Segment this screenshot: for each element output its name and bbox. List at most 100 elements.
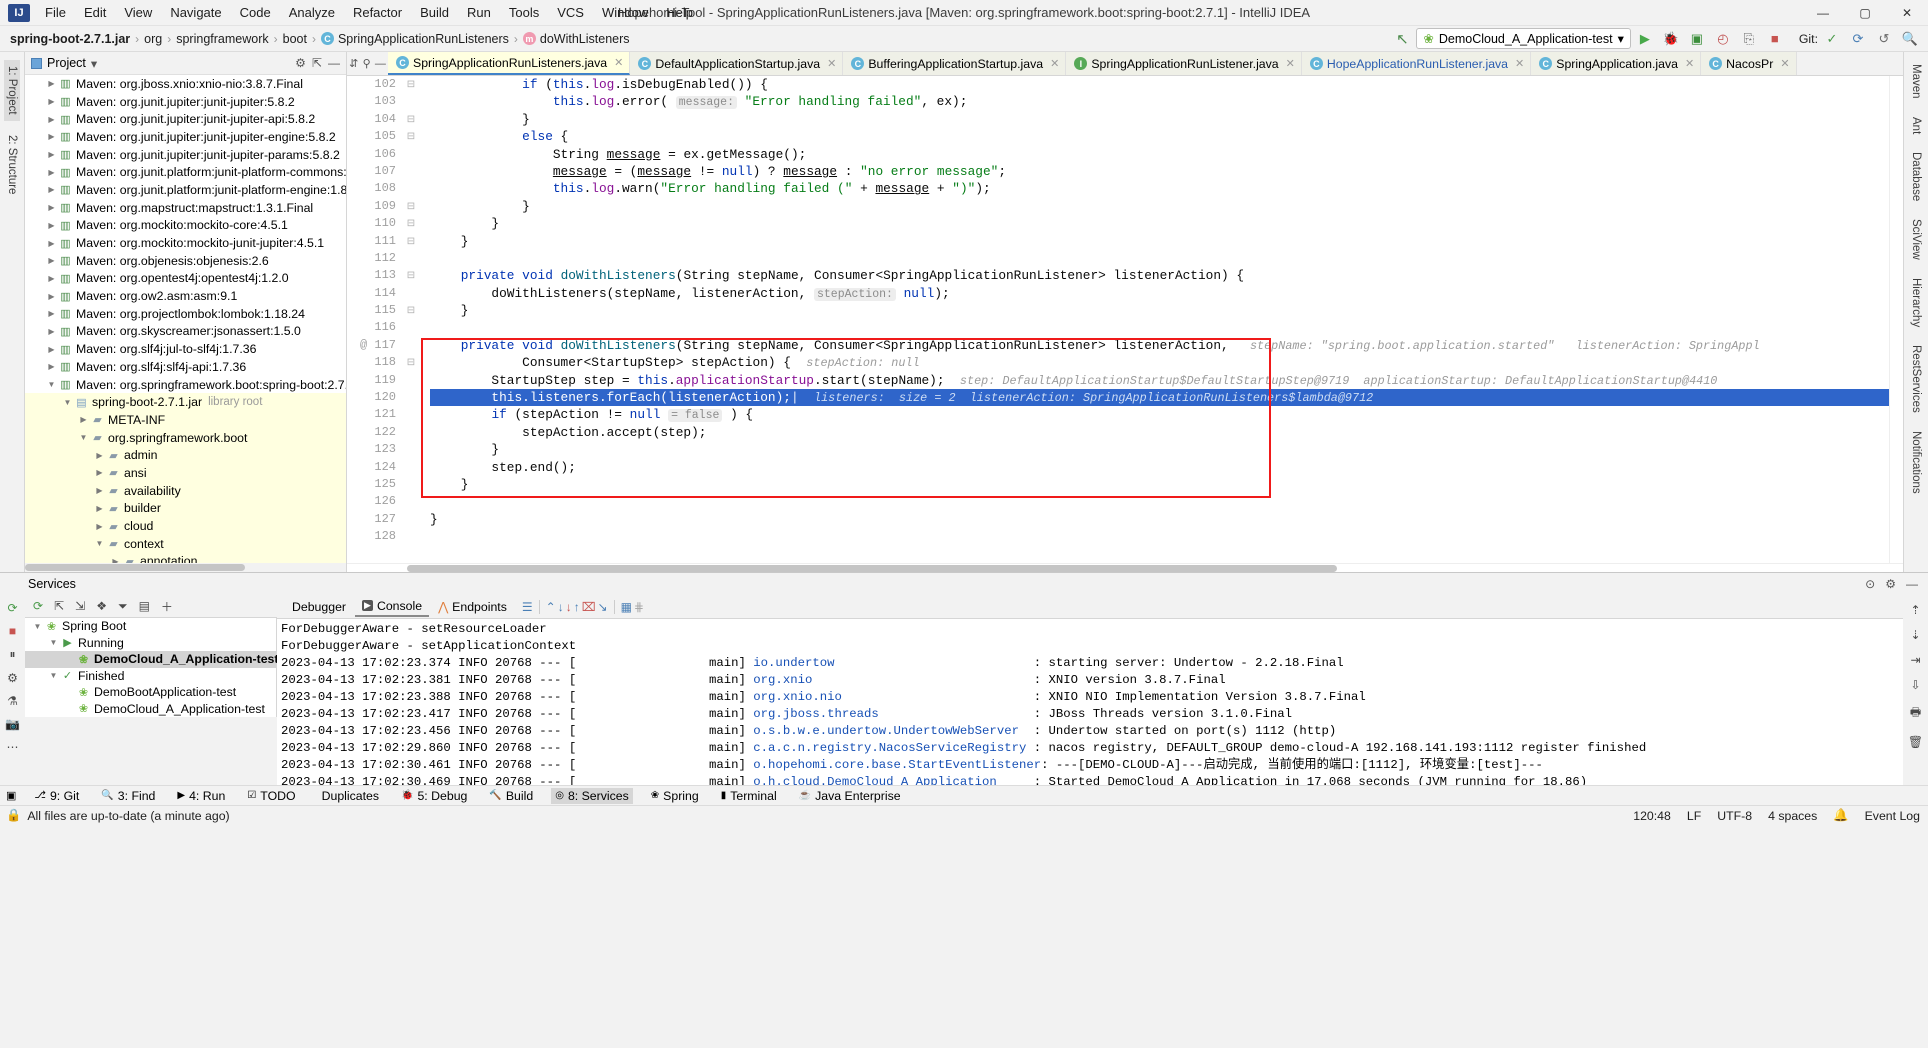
fold-marker[interactable]: ⊟ xyxy=(402,302,420,319)
indent-setting[interactable]: 4 spaces xyxy=(1768,809,1817,823)
fold-marker[interactable]: ⊟ xyxy=(402,111,420,128)
fold-marker[interactable] xyxy=(402,389,420,406)
fold-marker[interactable] xyxy=(402,146,420,163)
tree-item[interactable]: ▶ ▥ Maven: org.junit.jupiter:junit-jupiter… xyxy=(25,146,346,164)
menu-navigate[interactable]: Navigate xyxy=(161,3,230,22)
next-icon[interactable]: ↘ xyxy=(598,600,608,614)
code-line[interactable]: } xyxy=(430,198,1889,215)
chevron-right-icon[interactable]: ▶ xyxy=(45,309,58,318)
tree-item[interactable]: ▶ ▥ Maven: org.jboss.xnio:xnio-nio:3.8.7.F… xyxy=(25,75,346,93)
bell-icon[interactable]: 🔔 xyxy=(1833,808,1848,823)
stop-button[interactable]: ■ xyxy=(1763,28,1787,50)
toolwindow-services[interactable]: ◎ 8: Services xyxy=(551,787,633,804)
hide-panel-icon[interactable]: — xyxy=(1906,577,1918,591)
rerun-icon[interactable]: ⟳ xyxy=(7,601,17,615)
close-icon[interactable]: ✕ xyxy=(1780,57,1789,70)
close-icon[interactable]: ✕ xyxy=(1685,57,1694,70)
chevron-right-icon[interactable]: ▶ xyxy=(77,415,90,424)
chevron-right-icon[interactable]: ▶ xyxy=(45,327,58,336)
chevron-right-icon[interactable]: ▶ xyxy=(45,150,58,159)
code-line[interactable]: } xyxy=(430,111,1889,128)
editor-tab[interactable]: C SpringApplicationRunListeners.java ✕ xyxy=(388,52,631,75)
code-line[interactable]: private void doWithListeners(String step… xyxy=(430,337,1889,354)
project-tree-scrollbar[interactable] xyxy=(25,563,346,572)
service-tree-item[interactable]: ▼ ▶ Running xyxy=(25,635,276,652)
fold-marker[interactable] xyxy=(402,459,420,476)
scroll-top-icon[interactable]: ⇡ xyxy=(1910,603,1920,617)
breadcrumb-item[interactable]: spring-boot-2.7.1.jar xyxy=(10,32,130,46)
code-line[interactable]: message = (message != null) ? message : … xyxy=(430,163,1889,180)
code-line[interactable]: this.log.error( message: "Error handling… xyxy=(430,93,1889,110)
debug-button[interactable]: 🐞 xyxy=(1659,28,1683,50)
chevron-right-icon[interactable]: ▶ xyxy=(93,468,106,477)
tree-item[interactable]: ▼ ▤ spring-boot-2.7.1.jar library root xyxy=(25,393,346,412)
fold-marker[interactable] xyxy=(402,93,420,110)
menu-tools[interactable]: Tools xyxy=(500,3,548,22)
code-line[interactable]: StartupStep step = this.applicationStart… xyxy=(430,372,1889,389)
fold-marker[interactable] xyxy=(402,163,420,180)
tree-item[interactable]: ▼ ▰ org.springframework.boot xyxy=(25,428,346,447)
right-strip-ant[interactable]: Ant xyxy=(1908,111,1924,140)
fold-marker[interactable] xyxy=(402,372,420,389)
chevron-right-icon[interactable]: ▶ xyxy=(93,522,106,531)
pause-icon[interactable]: ⏸ xyxy=(9,647,15,662)
chevron-right-icon[interactable]: ▶ xyxy=(45,168,58,177)
gear-icon[interactable]: ⚙ xyxy=(295,56,306,70)
toolwindow-run[interactable]: ▶ 4: Run xyxy=(173,788,229,804)
menu-run[interactable]: Run xyxy=(458,3,500,22)
chevron-right-icon[interactable]: ▶ xyxy=(45,115,58,124)
export-icon[interactable]: ⇩ xyxy=(1910,678,1920,692)
menu-file[interactable]: File xyxy=(36,3,75,22)
sort-tabs-icon[interactable]: ⇵ xyxy=(349,57,358,70)
fold-marker[interactable] xyxy=(402,441,420,458)
toolwindow-toggle-icon[interactable]: ▣ xyxy=(6,789,16,802)
print-icon[interactable]: ▦ xyxy=(621,600,632,614)
chevron-right-icon[interactable]: ▶ xyxy=(45,79,58,88)
sidebar-item-structure[interactable]: 2: Structure xyxy=(4,129,20,200)
code-line[interactable]: String message = ex.getMessage(); xyxy=(430,146,1889,163)
right-strip-sciview[interactable]: SciView xyxy=(1908,213,1924,266)
fold-gutter[interactable]: ⊟ ⊟ ⊟ ⊟ ⊟ ⊟ ⊟ ⊟ ⊟ xyxy=(402,76,420,563)
attach-button[interactable]: ⎘ xyxy=(1737,28,1761,50)
tree-item[interactable]: ▶ ▥ Maven: org.objenesis:objenesis:2.6 xyxy=(25,252,346,270)
right-strip-hierarchy[interactable]: Hierarchy xyxy=(1908,272,1924,333)
code-line[interactable]: stepAction.accept(step); xyxy=(430,424,1889,441)
step-up-icon[interactable]: ↑ xyxy=(574,600,580,614)
tree-item[interactable]: ▶ ▥ Maven: org.ow2.asm:asm:9.1 xyxy=(25,287,346,305)
tab-console[interactable]: ▶ Console xyxy=(355,597,430,617)
chevron-down-icon[interactable]: ▼ xyxy=(77,433,90,442)
tree-item[interactable]: ▶ ▥ Maven: org.mockito:mockito-core:4.5.1 xyxy=(25,217,346,235)
breadcrumb-item[interactable]: C SpringApplicationRunListeners xyxy=(320,32,509,46)
fold-marker[interactable]: ⊟ xyxy=(402,354,420,371)
code-line[interactable]: doWithListeners(stepName, listenerAction… xyxy=(430,285,1889,302)
toolwindow-find[interactable]: 🔍 3: Find xyxy=(97,788,159,804)
tree-item[interactable]: ▶ ▥ Maven: org.mapstruct:mapstruct:1.3.1.F… xyxy=(25,199,346,217)
code-line[interactable]: if (stepAction != null = false ) { xyxy=(430,406,1889,423)
service-tree-item[interactable]: ❀ DemoCloud_A_Application-test xyxy=(25,651,278,668)
tree-item[interactable]: ▶ ▰ builder xyxy=(25,499,346,518)
maximize-button[interactable]: ▢ xyxy=(1844,0,1886,26)
menu-refactor[interactable]: Refactor xyxy=(344,3,411,22)
git-update-icon[interactable]: ⟳ xyxy=(1846,28,1870,50)
chevron-right-icon[interactable]: ▶ xyxy=(45,345,58,354)
close-icon[interactable]: ✕ xyxy=(1515,57,1524,70)
code-line[interactable]: this.log.warn("Error handling failed (" … xyxy=(430,180,1889,197)
fold-marker[interactable]: ⊟ xyxy=(402,267,420,284)
chevron-down-icon[interactable]: ▼ xyxy=(31,622,44,631)
settings-icon[interactable]: ⚙ xyxy=(7,671,18,685)
align-icon[interactable]: ⋕ xyxy=(634,600,644,614)
right-strip-notifications[interactable]: Notifications xyxy=(1908,425,1924,500)
fold-marker[interactable] xyxy=(402,511,420,528)
menu-code[interactable]: Code xyxy=(231,3,280,22)
clear-icon[interactable]: ⌧ xyxy=(582,600,596,614)
delete-icon[interactable]: 🗑 xyxy=(1908,735,1923,749)
more-icon[interactable]: ⋯ xyxy=(7,740,19,754)
back-arrow-icon[interactable]: ↖ xyxy=(1390,28,1414,50)
tree-item[interactable]: ▶ ▥ Maven: org.junit.platform:junit-platfo… xyxy=(25,163,346,181)
close-button[interactable]: ✕ xyxy=(1886,0,1928,26)
step-down-red-icon[interactable]: ↓ xyxy=(566,600,572,614)
chevron-right-icon[interactable]: ▶ xyxy=(45,362,58,371)
collapse-icon[interactable]: ⇱ xyxy=(312,56,322,70)
tree-item[interactable]: ▶ ▥ Maven: org.mockito:mockito-junit-jupit… xyxy=(25,234,346,252)
caret-position[interactable]: 120:48 xyxy=(1633,809,1671,823)
